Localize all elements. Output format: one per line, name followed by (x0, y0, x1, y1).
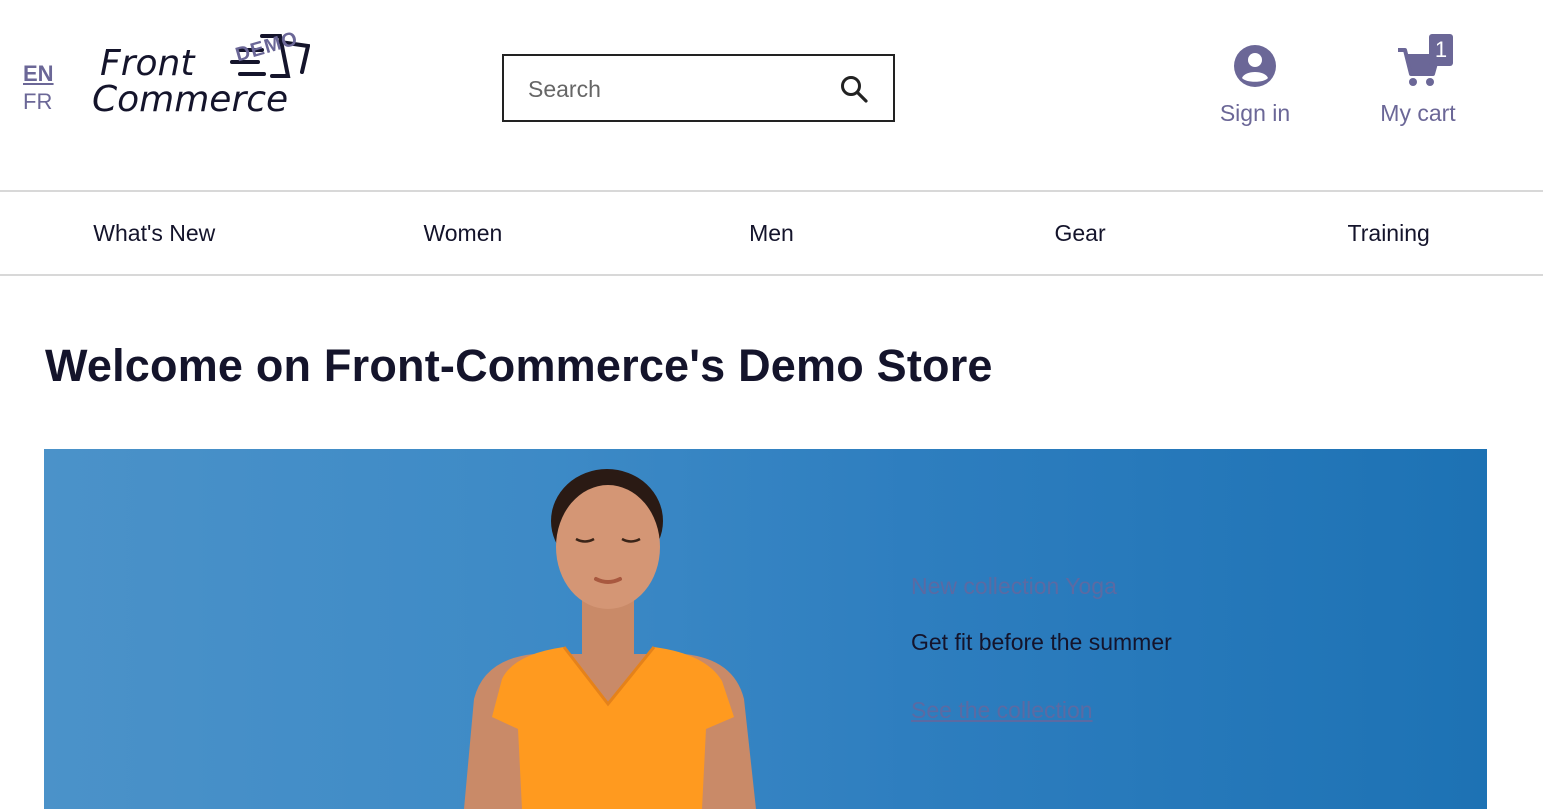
language-switcher: EN FR (23, 60, 54, 116)
sign-in-label: Sign in (1219, 100, 1291, 126)
hero-banner: New collection Yoga Get fit before the s… (44, 449, 1487, 809)
cart-label: My cart (1380, 100, 1456, 126)
language-fr-link[interactable]: FR (23, 88, 54, 116)
search-input[interactable] (528, 70, 828, 108)
hero-kicker: New collection Yoga (911, 573, 1117, 599)
logo-line-front: Front (100, 43, 195, 84)
nav-item-men[interactable]: Men (617, 192, 926, 274)
nav-item-women[interactable]: Women (309, 192, 618, 274)
hero-subtitle: Get fit before the summer (911, 629, 1172, 655)
page-title: Welcome on Front-Commerce's Demo Store (45, 340, 993, 391)
search-box (502, 54, 895, 122)
logo-text: Front Commerce (92, 46, 288, 118)
nav-item-training[interactable]: Training (1234, 192, 1543, 274)
user-circle-icon (1234, 45, 1276, 87)
search-icon[interactable] (839, 74, 869, 104)
cart-count-badge: 1 (1429, 34, 1453, 66)
cart-button[interactable]: 1 My cart (1368, 34, 1468, 127)
sign-in-button[interactable]: Sign in (1205, 44, 1305, 127)
main-navigation: What's New Women Men Gear Training (0, 190, 1543, 276)
hero-image-yoga-woman (464, 469, 756, 809)
nav-item-gear[interactable]: Gear (926, 192, 1235, 274)
see-collection-link[interactable]: See the collection (911, 697, 1093, 724)
language-en-link[interactable]: EN (23, 60, 54, 88)
site-header: EN FR DEMO Front Commerce Search Sign in… (0, 0, 1543, 190)
logo[interactable]: DEMO Front Commerce (92, 28, 312, 128)
nav-item-whats-new[interactable]: What's New (0, 192, 309, 274)
logo-line-commerce: Commerce (92, 79, 289, 120)
